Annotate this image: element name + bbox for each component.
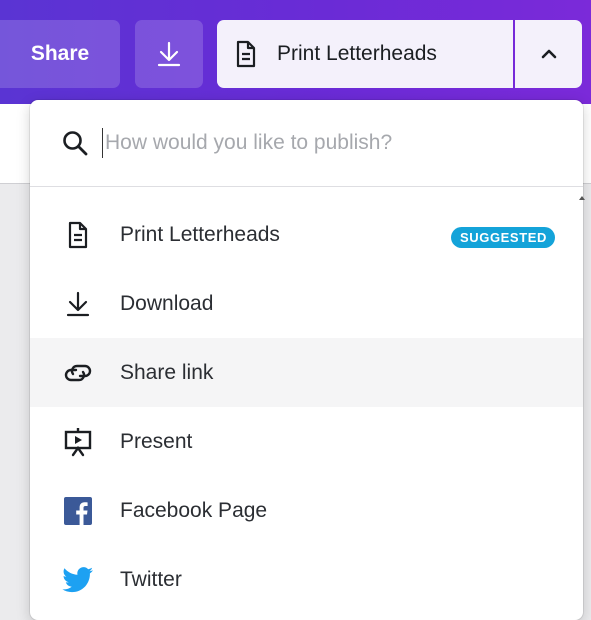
- download-icon: [60, 290, 96, 318]
- menu-item-label: Download: [120, 291, 214, 315]
- publish-option-button[interactable]: Print Letterheads: [217, 20, 513, 88]
- publish-option-label: Print Letterheads: [277, 42, 437, 65]
- twitter-icon: [60, 566, 96, 593]
- menu-item-label: Facebook Page: [120, 498, 268, 522]
- publish-dropdown: Print Letterheads SUGGESTED Download Sha…: [30, 100, 583, 620]
- facebook-icon: [60, 496, 96, 525]
- scrollbar-arrow[interactable]: [579, 196, 585, 200]
- menu-item-facebook-page[interactable]: Facebook Page: [30, 476, 583, 545]
- toggle-publish-menu-button[interactable]: [515, 20, 582, 88]
- document-icon: [60, 221, 96, 249]
- share-button-label: Share: [30, 42, 90, 65]
- menu-item-present[interactable]: Present: [30, 407, 583, 476]
- chevron-up-icon: [540, 48, 558, 60]
- search-bar: [30, 100, 583, 187]
- download-button[interactable]: [135, 20, 203, 88]
- suggested-badge: SUGGESTED: [450, 227, 555, 248]
- search-input[interactable]: [102, 128, 527, 158]
- publish-options-list: Print Letterheads SUGGESTED Download Sha…: [30, 200, 583, 614]
- present-icon: [60, 427, 96, 457]
- link-icon: [60, 362, 96, 384]
- top-toolbar: Share Print Letterheads: [0, 0, 591, 104]
- menu-item-download[interactable]: Download: [30, 269, 583, 338]
- menu-item-twitter[interactable]: Twitter: [30, 545, 583, 614]
- download-icon: [156, 40, 182, 68]
- document-icon: [235, 40, 257, 68]
- menu-item-label: Print Letterheads: [120, 222, 280, 246]
- menu-item-print-letterheads[interactable]: Print Letterheads SUGGESTED: [30, 200, 583, 269]
- menu-item-label: Twitter: [120, 567, 182, 591]
- search-icon: [62, 130, 88, 156]
- menu-item-share-link[interactable]: Share link: [30, 338, 583, 407]
- menu-item-label: Share link: [120, 360, 214, 384]
- share-button[interactable]: Share: [0, 20, 120, 88]
- menu-item-label: Present: [120, 429, 193, 453]
